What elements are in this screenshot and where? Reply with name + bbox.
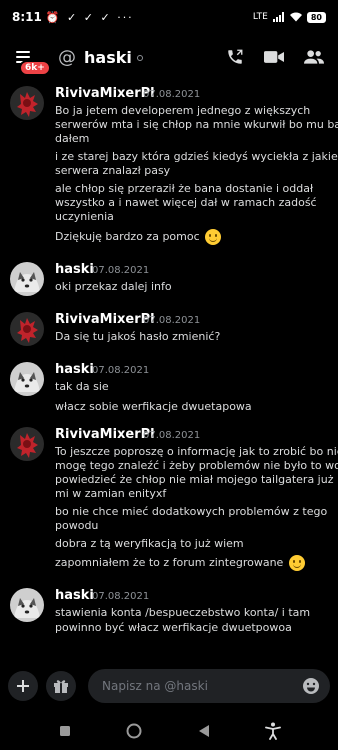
message-text: powodu xyxy=(55,519,99,532)
avatar-image xyxy=(10,588,44,622)
avatar[interactable] xyxy=(10,588,44,622)
header-actions xyxy=(226,48,328,66)
status-right: LTE 80 xyxy=(252,11,326,23)
message-text: ale chłop się przeraził że bana dostanie… xyxy=(55,182,314,195)
message-author[interactable]: RivivaMixerPl xyxy=(55,312,155,327)
smile-emoji-icon xyxy=(288,555,305,571)
message-text: zapomniałem że to z forum zintegrowane xyxy=(55,556,284,569)
gift-icon xyxy=(54,680,68,693)
message-author[interactable]: haski xyxy=(55,262,94,277)
message-text-row: zapomniałem że to z forum zintegrowane xyxy=(55,555,305,571)
people-icon[interactable] xyxy=(304,48,324,66)
message-text: uczynienia xyxy=(55,210,114,223)
message-date: 07.08.2021 xyxy=(143,430,201,441)
message-composer xyxy=(0,666,338,706)
message-author[interactable]: RivivaMixerPl xyxy=(55,86,155,101)
message-text: dobra z tą weryfikacją to już wiem xyxy=(55,537,244,550)
smile-emoji-icon xyxy=(205,229,222,245)
recents-button[interactable] xyxy=(45,716,85,746)
avatar[interactable] xyxy=(10,312,44,346)
avatar[interactable] xyxy=(10,86,44,120)
message-date: 07.08.2021 xyxy=(92,365,150,376)
message-text: stawienia konta /bespueczebstwo konta/ i… xyxy=(55,606,311,619)
video-icon[interactable] xyxy=(264,49,284,65)
chat-header: 6k+ @ haski xyxy=(0,34,338,80)
avatar-image xyxy=(10,262,44,296)
phone-icon[interactable] xyxy=(226,48,244,66)
avatar-image xyxy=(10,86,44,120)
message-author[interactable]: haski xyxy=(55,362,94,377)
at-symbol: @ xyxy=(58,46,76,68)
accessibility-button[interactable] xyxy=(253,716,293,746)
avatar-image xyxy=(10,312,44,346)
message-text: powiedzieć że chłop nie miał mojego tail… xyxy=(55,473,338,486)
menu-button[interactable]: 6k+ xyxy=(10,43,51,76)
back-triangle-icon xyxy=(198,725,209,737)
accessibility-icon xyxy=(265,722,282,740)
status-dot-icon xyxy=(136,55,143,61)
menu-icon-line xyxy=(16,56,30,58)
emoji-icon[interactable] xyxy=(302,677,320,695)
wifi-icon xyxy=(289,12,302,22)
home-button[interactable] xyxy=(114,716,154,746)
message-text: powinno być włacz werfikacje dwuetpowoa xyxy=(55,621,292,634)
message-date: 07.08.2021 xyxy=(143,89,201,100)
message-date: 07.08.2021 xyxy=(143,315,201,326)
message-list[interactable]: RivivaMixerPl 07.08.2021 Bo ja jetem dev… xyxy=(0,80,338,660)
avatar-image xyxy=(10,427,44,461)
message-text: Dziękuję bardzo za pomoc xyxy=(55,230,200,243)
message-text: tak da sie xyxy=(55,380,109,393)
message-author[interactable]: haski xyxy=(55,588,94,603)
signal-icon xyxy=(272,12,284,22)
avatar-image xyxy=(10,362,44,396)
message-text: serwerów mta i się chłop na mnie wkurwił… xyxy=(55,118,338,131)
system-nav-bar xyxy=(0,712,338,750)
dm-user-name[interactable]: haski xyxy=(84,48,132,67)
message-date: 07.08.2021 xyxy=(92,265,150,276)
message-input-wrapper xyxy=(88,669,330,703)
message-text: mi w zamian enityxf xyxy=(55,487,167,500)
message-text: i ze starej bazy która gdzieś kiedyś wyc… xyxy=(55,150,338,163)
menu-icon xyxy=(16,51,30,53)
message-text: Da się tu jakoś hasło zmienić? xyxy=(55,330,221,343)
gift-button[interactable] xyxy=(46,671,76,701)
message-text: dałem xyxy=(55,132,90,145)
status-time: 8:11 xyxy=(12,10,42,24)
message-text: mogę tego znaleźć i żeby problemów nie b… xyxy=(55,459,338,472)
home-circle-icon xyxy=(126,723,142,739)
message-text: wszystko a i nawet więcej dał w ramach z… xyxy=(55,196,317,209)
battery-indicator: 80 xyxy=(306,11,326,23)
message-text: To jeszcze poproszę o informację jak to … xyxy=(55,445,338,458)
message-date: 07.08.2021 xyxy=(92,591,150,602)
status-bar: 8:11 ⏰ ✓ ✓ ✓ ··· LTE 80 xyxy=(0,0,338,34)
status-notification-icons: ⏰ ✓ ✓ ✓ ··· xyxy=(45,10,134,24)
message-text: oki przekaz dalej info xyxy=(55,280,172,293)
plus-icon xyxy=(17,680,29,692)
message-text: serwera znalazł pasy xyxy=(55,164,171,177)
message-input[interactable] xyxy=(102,679,302,693)
message-text: Bo ja jetem developerem jednego z większ… xyxy=(55,104,311,117)
back-button[interactable] xyxy=(184,716,224,746)
unread-badge: 6k+ xyxy=(19,60,51,76)
message-text: włacz sobie werfikacje dwuetapowa xyxy=(55,400,252,413)
message-text-row: Dziękuję bardzo za pomoc xyxy=(55,229,222,245)
avatar[interactable] xyxy=(10,262,44,296)
network-label: LTE xyxy=(252,12,268,22)
message-author[interactable]: RivivaMixerPl xyxy=(55,427,155,442)
avatar[interactable] xyxy=(10,362,44,396)
attach-button[interactable] xyxy=(8,671,38,701)
message-text: bo nie chce mieć dodatkowych problemów z… xyxy=(55,505,328,518)
recents-square-icon xyxy=(59,726,70,736)
avatar[interactable] xyxy=(10,427,44,461)
